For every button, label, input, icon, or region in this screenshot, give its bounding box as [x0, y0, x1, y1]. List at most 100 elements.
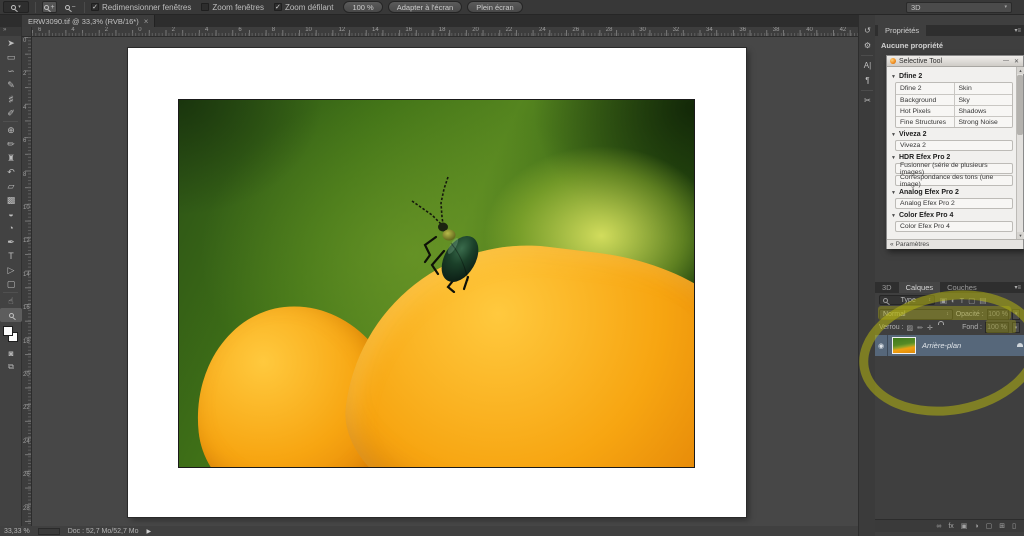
zoom-windows-checkbox[interactable]: Zoom fenêtres: [201, 3, 264, 12]
scroll-up-icon[interactable]: ▲: [1017, 67, 1024, 74]
move-tool[interactable]: ➤: [0, 36, 22, 50]
clone-stamp-tool[interactable]: ♜: [0, 151, 22, 165]
zoom-level[interactable]: 33,33 %: [4, 528, 30, 535]
scroll-down-icon[interactable]: ▼: [1017, 232, 1024, 239]
chevron-down-icon[interactable]: ▼: [891, 213, 896, 219]
zoom-100-button[interactable]: 100 %: [343, 1, 382, 13]
close-icon[interactable]: ×: [144, 17, 149, 26]
filter-launch-button[interactable]: Fusionner (série de plusieurs images): [895, 163, 1013, 174]
preset-button[interactable]: Strong Noise: [954, 117, 1013, 127]
layer-thumbnail[interactable]: [892, 337, 916, 354]
fill-screen-button[interactable]: Plein écran: [467, 1, 523, 13]
layer-visibility-toggle[interactable]: ◉: [875, 335, 888, 356]
brush-tool[interactable]: ✏: [0, 137, 22, 151]
blend-mode-select[interactable]: Normal ↕: [879, 309, 953, 320]
filter-launch-button[interactable]: Color Efex Pro 4: [895, 221, 1013, 232]
current-tool-well[interactable]: ▾: [3, 1, 29, 13]
panel-menu-icon[interactable]: ▾≡: [1014, 27, 1021, 34]
filter-launch-button[interactable]: Viveza 2: [895, 140, 1013, 151]
zoom-in-mode-button[interactable]: +: [42, 1, 57, 13]
character-panel-icon[interactable]: A|: [859, 58, 876, 73]
tab-properties[interactable]: Propriétés: [878, 25, 926, 36]
spot-healing-tool[interactable]: ⊕: [0, 123, 22, 137]
path-selection-tool[interactable]: ▷: [0, 263, 22, 277]
fit-screen-button[interactable]: Adapter à l'écran: [388, 1, 462, 13]
filter-pixel-icon[interactable]: ▣: [940, 296, 947, 305]
gradient-tool[interactable]: ▩: [0, 193, 22, 207]
pen-tool[interactable]: ✒: [0, 235, 22, 249]
preset-button[interactable]: Sky: [954, 95, 1013, 105]
opacity-value[interactable]: 100 %: [987, 309, 1010, 320]
tool-presets-panel-icon[interactable]: ⚙: [859, 38, 876, 53]
lock-paint-icon[interactable]: ✏: [917, 324, 923, 332]
filter-launch-button[interactable]: Analog Efex Pro 2: [895, 198, 1013, 209]
filter-type-icon[interactable]: T: [960, 296, 965, 305]
marquee-tool[interactable]: ▭: [0, 50, 22, 64]
chevron-down-icon[interactable]: ▼: [891, 155, 896, 161]
preset-button[interactable]: Shadows: [954, 106, 1013, 116]
selective-tool-footer[interactable]: « Paramètres: [887, 239, 1023, 249]
chevron-down-icon[interactable]: ▼: [891, 132, 896, 138]
panel-menu-icon[interactable]: ▾≡: [1014, 284, 1021, 291]
chevron-down-icon[interactable]: ▼: [891, 190, 896, 196]
color-swatches[interactable]: [0, 325, 22, 347]
tab-calques[interactable]: Calques: [899, 282, 941, 293]
workspace-selector[interactable]: 3D ▾: [906, 2, 1012, 13]
blur-tool[interactable]: ◒: [0, 207, 22, 221]
status-input[interactable]: [38, 528, 60, 535]
chevron-down-icon[interactable]: ▾: [1012, 322, 1020, 333]
quick-selection-tool[interactable]: ✎: [0, 78, 22, 92]
add-mask-icon[interactable]: ▣: [961, 522, 968, 530]
preset-button[interactable]: Fine Structures: [896, 117, 954, 127]
annotations-panel-icon[interactable]: ✂: [859, 93, 876, 108]
type-tool[interactable]: T: [0, 249, 22, 263]
filter-shape-icon[interactable]: ▢: [968, 296, 975, 305]
history-panel-icon[interactable]: ↺: [859, 23, 876, 38]
adjustment-layer-icon[interactable]: ◑: [974, 523, 978, 530]
dodge-tool[interactable]: ◔: [0, 221, 22, 235]
group-layers-icon[interactable]: ▢: [986, 522, 993, 530]
close-icon[interactable]: ✕: [1013, 58, 1020, 65]
preset-button[interactable]: Dfine 2: [896, 83, 954, 94]
filter-adjustment-icon[interactable]: ◐: [951, 296, 956, 305]
foreground-color-swatch[interactable]: [3, 326, 13, 336]
link-layers-icon[interactable]: ∞: [936, 523, 941, 530]
zoom-tool[interactable]: [0, 308, 22, 322]
lock-position-icon[interactable]: ✛: [927, 324, 933, 332]
scrollbar-thumb[interactable]: [1017, 75, 1023, 135]
preset-button[interactable]: Background: [896, 95, 954, 105]
tab-3d[interactable]: 3D: [875, 282, 899, 293]
layer-style-icon[interactable]: fx: [948, 523, 953, 530]
quick-mask-button[interactable]: ◙: [0, 347, 22, 360]
fill-value[interactable]: 100 %: [985, 322, 1009, 333]
crop-tool[interactable]: ♯: [0, 92, 22, 106]
lock-transparency-icon[interactable]: ▨: [907, 324, 914, 332]
new-layer-icon[interactable]: ⊞: [999, 522, 1005, 530]
selective-tool-titlebar[interactable]: Selective Tool — ✕: [887, 56, 1023, 67]
zoom-out-mode-button[interactable]: −: [63, 1, 78, 13]
layer-row-background[interactable]: ◉ Arrière-plan: [875, 335, 1024, 356]
hand-tool[interactable]: ☝: [0, 294, 22, 308]
delete-layer-icon[interactable]: ▯: [1012, 522, 1016, 530]
chevron-down-icon[interactable]: ▼: [891, 74, 896, 80]
chevron-down-icon[interactable]: ▾: [1012, 309, 1020, 320]
history-brush-tool[interactable]: ↶: [0, 165, 22, 179]
document-tab[interactable]: ERW3090.tif @ 33,3% (RVB/16*) ×: [22, 15, 155, 27]
scrubby-zoom-checkbox[interactable]: ✓Zoom défilant: [274, 3, 333, 12]
toolbar-collapse-button[interactable]: »: [0, 27, 21, 36]
eraser-tool[interactable]: ▱: [0, 179, 22, 193]
eyedropper-tool[interactable]: ✐: [0, 106, 22, 120]
tab-couches[interactable]: Couches: [940, 282, 984, 293]
preset-button[interactable]: Skin: [954, 83, 1013, 94]
screen-mode-button[interactable]: ⧉: [0, 360, 22, 373]
shape-tool[interactable]: ▢: [0, 277, 22, 291]
status-menu-arrow-icon[interactable]: ▶: [147, 528, 152, 535]
paragraph-panel-icon[interactable]: ¶: [859, 73, 876, 88]
preset-button[interactable]: Hot Pixels: [896, 106, 954, 116]
canvas-image[interactable]: [178, 99, 695, 468]
scrollbar[interactable]: ▲ ▼: [1016, 67, 1023, 239]
filter-launch-button[interactable]: Correspondance des tons (une image): [895, 175, 1013, 186]
minimize-icon[interactable]: —: [1002, 58, 1010, 64]
resize-windows-checkbox[interactable]: ✓Redimensionner fenêtres: [91, 3, 191, 12]
lasso-tool[interactable]: ∽: [0, 64, 22, 78]
